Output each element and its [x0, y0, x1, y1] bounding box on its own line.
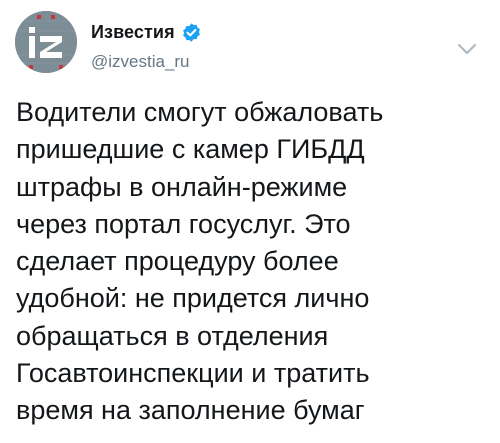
verified-badge-icon: [181, 22, 202, 43]
tweet-card: Известия @izvestia_ru Водители смогут об…: [0, 0, 500, 443]
izvestia-logo-icon: [15, 11, 77, 73]
account-name[interactable]: Известия: [91, 22, 175, 43]
account-handle[interactable]: @izvestia_ru: [91, 52, 190, 72]
avatar[interactable]: [15, 11, 77, 73]
chevron-down-icon[interactable]: [457, 42, 477, 56]
tweet-text: Водители смогут обжаловать пришедшие с к…: [16, 97, 384, 426]
account-name-row[interactable]: Известия: [91, 20, 202, 44]
